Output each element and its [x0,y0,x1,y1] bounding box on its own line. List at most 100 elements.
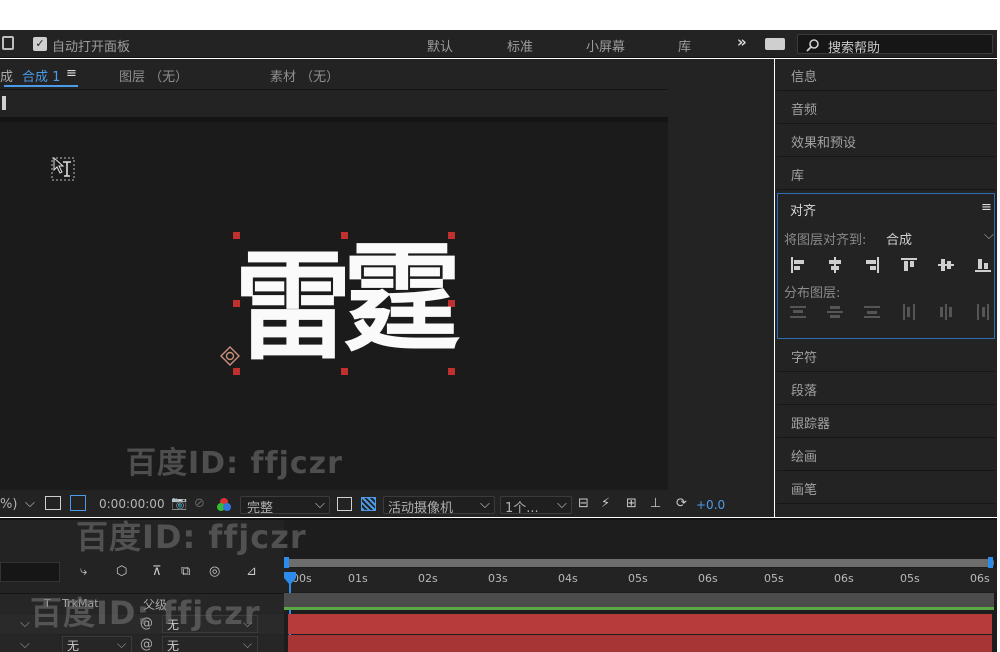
flowchart-icon[interactable]: ⊥ [650,496,661,511]
workspace-default[interactable]: 默认 [427,36,453,55]
draft-3d-icon[interactable]: ⤷ [80,564,87,579]
frame-blending-icon[interactable]: ⊼ [152,564,162,579]
distribute-vertical-center-icon [827,306,843,318]
mask-path-icon[interactable] [70,495,86,511]
workspace-menu-icon[interactable] [765,38,785,50]
motion-blur-icon[interactable]: ⧉ [181,564,190,579]
zoom-level[interactable]: %) [0,497,17,512]
camera-dropdown[interactable]: 活动摄像机 ⌵ [383,496,495,516]
timeline-icon[interactable]: ⊞ [626,496,637,511]
navigator-bar[interactable] [284,559,994,567]
layer-duration-bar[interactable] [288,614,992,634]
zoom-dropdown-icon[interactable]: ⌵ [25,496,35,511]
auto-open-checkbox[interactable]: ✓ [33,37,47,51]
align-to-label: 将图层对齐到: [784,233,867,248]
viewer-tabs: 成 合成 1 ≡ 图层 （无） 素材 （无） [0,59,774,89]
work-area-bar[interactable] [284,593,994,607]
tab-composition-1[interactable]: 合成 1 [22,66,60,85]
panel-character-label: 字符 [791,351,818,366]
chevron-down-icon[interactable]: ⌵ [20,637,30,652]
trkmat-dropdown[interactable]: 无 ⌵ [62,636,132,652]
align-top-icon[interactable] [901,257,917,273]
viewer-right-area [668,122,774,490]
layer-duration-bar[interactable] [288,635,992,652]
workspace-standard[interactable]: 标准 [507,36,533,55]
comp-tab-prefix[interactable]: 成 [0,66,13,85]
panel-library[interactable]: 库 [777,158,995,190]
align-right-icon[interactable] [864,257,880,273]
more-workspaces-icon[interactable]: » [737,33,747,51]
calligraphy-char-ting: 霆 [343,229,462,368]
align-vertical-center-icon[interactable] [938,257,954,273]
chevron-down-icon: ⌵ [480,497,490,512]
panel-tracker[interactable]: 跟踪器 [777,406,995,438]
distribute-top-icon [790,306,806,318]
parent-dropdown[interactable]: 无 ⌵ [162,636,258,652]
chevron-down-icon[interactable]: ⌵ [20,616,30,631]
timecode[interactable]: 0:00:00:00 [99,497,165,511]
pickwhip-icon[interactable]: @ [140,637,153,652]
ruler-tick-label: 05s [900,572,920,585]
right-panel-stack: 信息 音频 效果和预设 库 对齐 ≡ 将图层对齐到: 合成 ⌵ 分布图层: 字符… [775,59,997,517]
workspace-small-screen[interactable]: 小屏幕 [586,36,625,55]
panel-align[interactable]: 对齐 ≡ 将图层对齐到: 合成 ⌵ 分布图层: [777,193,995,339]
panel-toggle-icon[interactable] [2,36,14,50]
workspace-library[interactable]: 库 [678,36,691,55]
panel-brush[interactable]: 画笔 [777,472,995,504]
chevron-down-icon: ⌵ [243,637,253,651]
region-of-interest-icon[interactable] [337,497,352,511]
panel-library-label: 库 [791,169,805,184]
chevron-down-icon: ⌵ [315,497,325,512]
transparency-grid-icon[interactable] [361,497,376,511]
align-menu-icon[interactable]: ≡ [981,200,992,215]
resolution-grid-icon[interactable] [45,496,61,510]
timeline-track-area[interactable]: 00s 01s 02s 03s 04s 05s 06s 05s 06s 05s … [284,520,997,652]
active-tab-underline [4,85,78,87]
search-help-field[interactable]: 搜索帮助 [797,34,993,56]
panel-info[interactable]: 信息 [777,59,995,91]
calligraphy-char-lei: 雷 [234,237,353,376]
ruler-tick-label: 03s [488,572,508,585]
align-title: 对齐 [790,204,817,219]
distribute-label: 分布图层: [784,286,841,301]
tab-menu-icon[interactable]: ≡ [66,66,77,81]
tab-layer[interactable]: 图层 （无） [119,66,188,85]
anchor-point-icon[interactable] [220,346,240,366]
panel-paragraph[interactable]: 段落 [777,373,995,405]
panel-audio-label: 音频 [791,103,818,118]
timeline-search-field[interactable] [0,562,60,582]
layer-row[interactable]: ⌵ 无 ⌵ @ 无 ⌵ [0,635,284,652]
ruler-tick-label: 06s [970,572,990,585]
search-help-placeholder: 搜索帮助 [828,41,881,56]
show-snapshot-icon[interactable]: ⊘ [194,496,205,511]
shy-layers-icon[interactable]: ⬡ [116,564,127,579]
ruler-tick-label: 04s [558,572,578,585]
panel-effects-presets[interactable]: 效果和预设 [777,125,995,157]
chevron-down-icon: ⌵ [557,497,567,512]
panel-audio[interactable]: 音频 [777,92,995,124]
transform-handle[interactable] [448,368,455,375]
exposure-value[interactable]: +0.0 [696,498,725,512]
fast-preview-icon[interactable]: ⚡ [601,496,610,511]
panel-character[interactable]: 字符 [777,340,995,372]
distribute-right-icon [977,304,989,320]
align-left-icon[interactable] [790,257,806,273]
ruler-tick-label: 05s [628,572,648,585]
comp-mini-flowchart-icon[interactable]: ⊿ [246,564,257,579]
panel-tracker-label: 跟踪器 [791,417,831,432]
watermark: 百度ID: ffjczr [126,446,343,481]
snapshot-camera-icon[interactable]: 📷 [171,496,187,511]
ruler-tick-label: 05s [764,572,784,585]
views-dropdown[interactable]: 1个... ⌵ [500,496,572,516]
toggle-pixel-aspect-icon[interactable]: ⊟ [578,496,589,511]
align-horizontal-center-icon[interactable] [827,257,843,273]
panel-paint[interactable]: 绘画 [777,439,995,471]
reset-exposure-icon[interactable]: ⟳ [676,496,687,511]
composition-viewer[interactable]: 雷 霆 [0,122,668,490]
tab-footage[interactable]: 素材 （无） [270,66,339,85]
align-to-dropdown[interactable]: 合成 ⌵ [882,227,994,248]
breadcrumb-marker-icon [2,96,6,110]
search-icon [806,39,819,52]
align-bottom-icon[interactable] [975,257,991,273]
graph-editor-icon[interactable]: ◎ [209,564,220,579]
